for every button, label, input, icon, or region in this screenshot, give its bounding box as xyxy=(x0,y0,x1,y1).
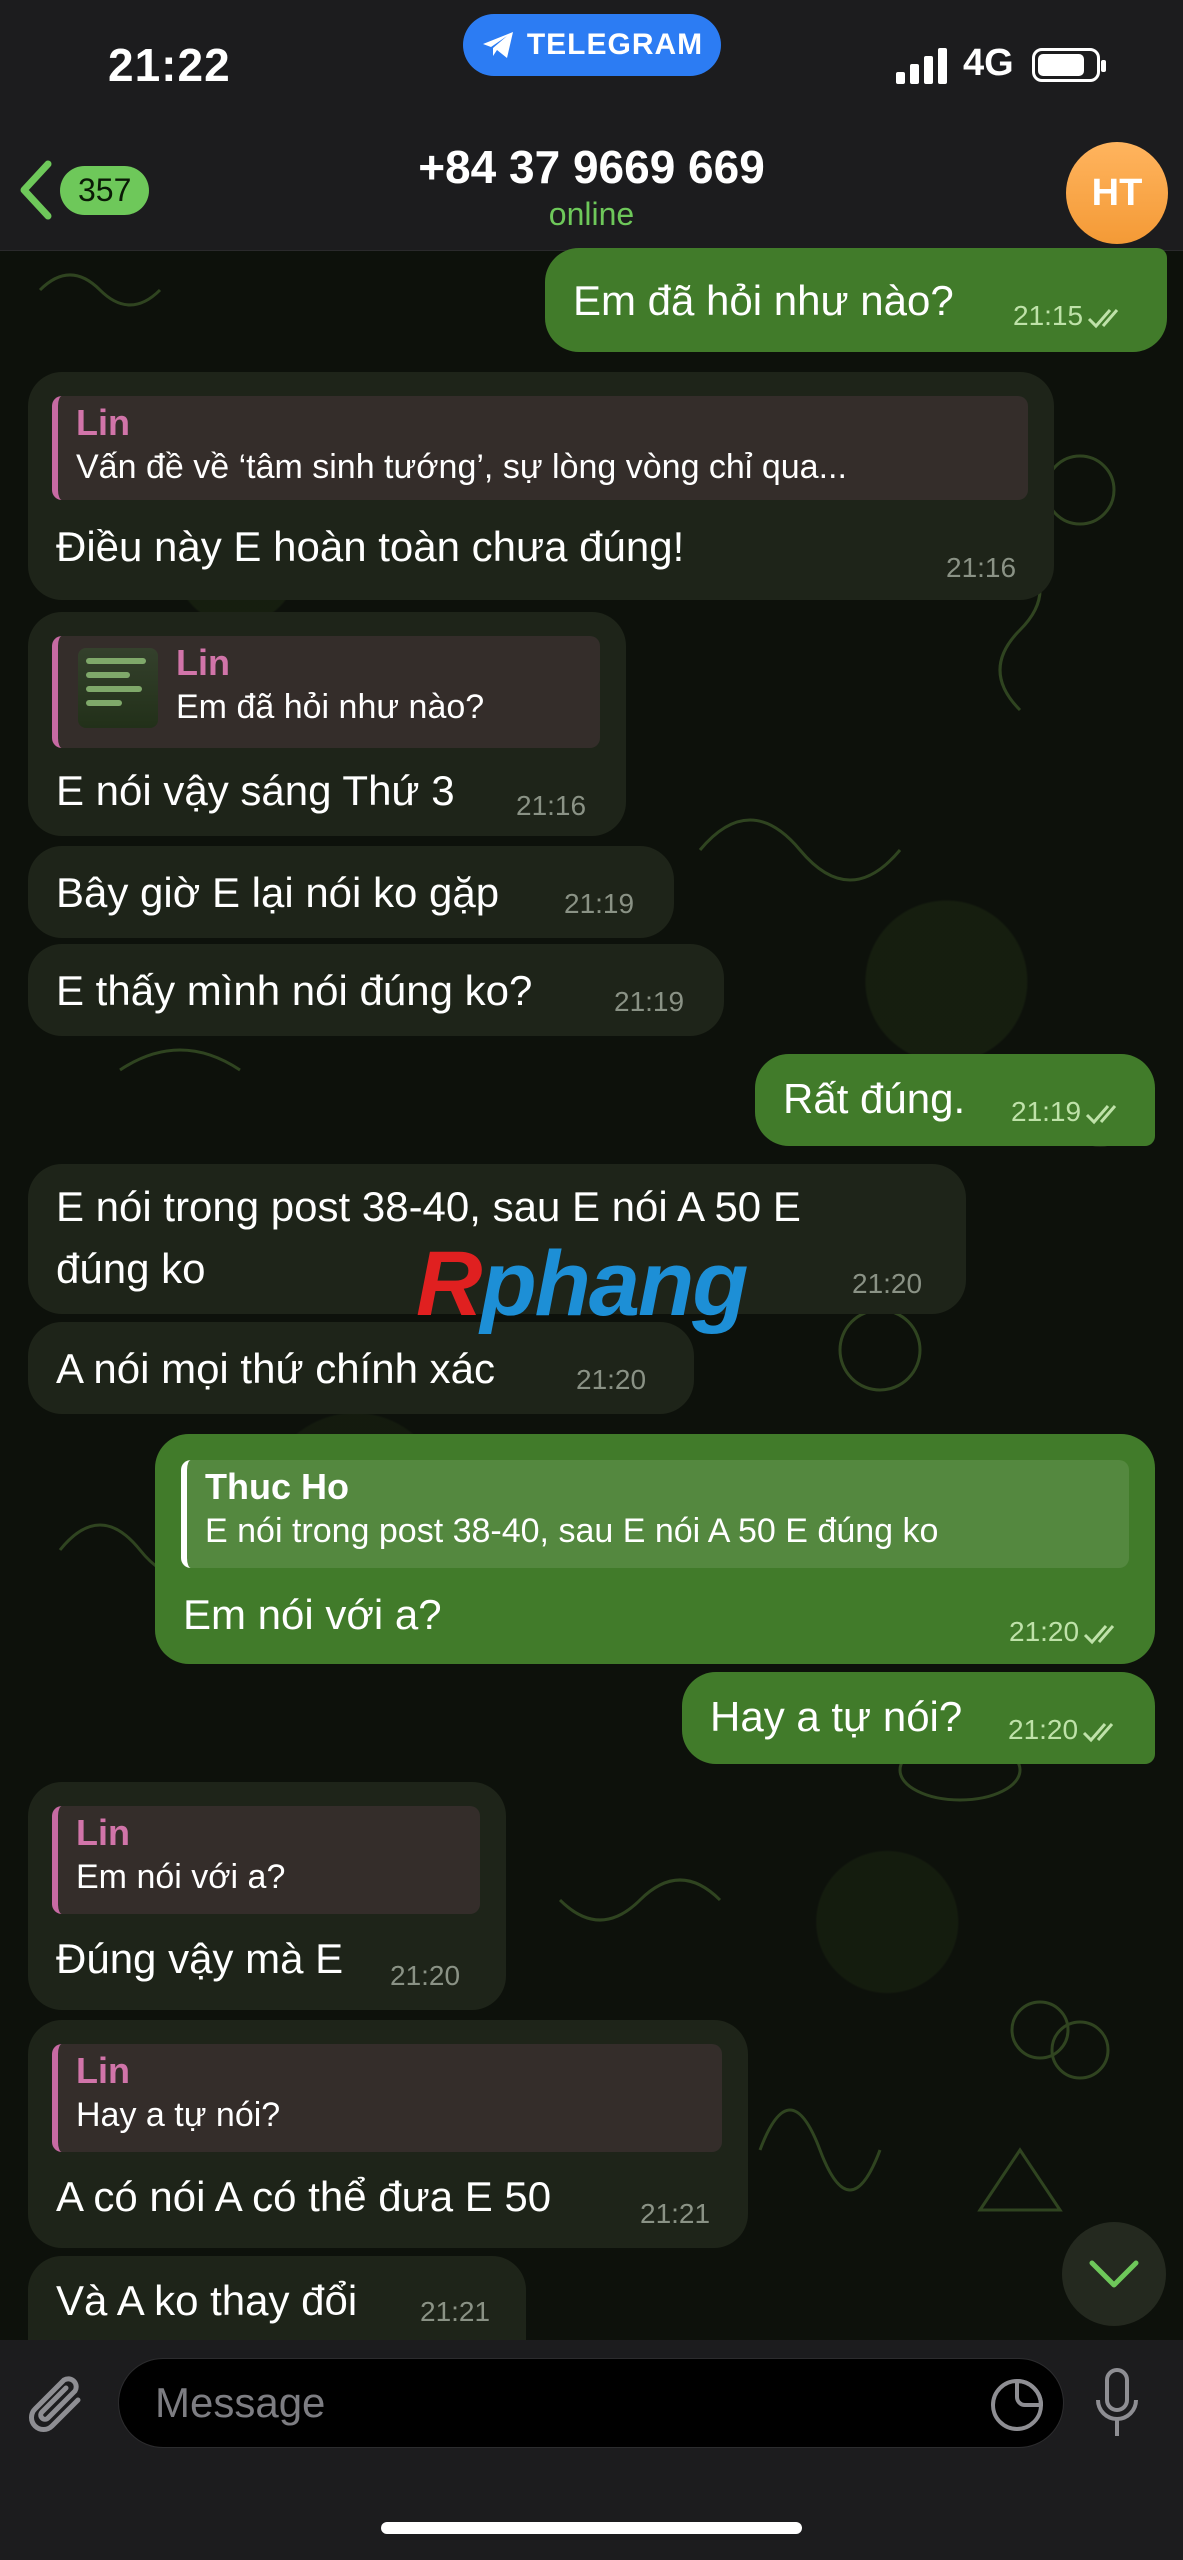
message-text-line2: đúng ko xyxy=(56,1245,206,1292)
message-time: 21:20 xyxy=(576,1364,647,1395)
message-time: 21:20 xyxy=(1008,1714,1122,1746)
scroll-to-bottom-button[interactable] xyxy=(1062,2222,1166,2326)
reply-sender: Lin xyxy=(76,1812,130,1853)
reply-quote[interactable]: Lin Vấn đề về ‘tâm sinh tướng’, sự lòng … xyxy=(52,396,1028,500)
double-check-icon xyxy=(1086,1104,1117,1124)
app-pill-label: TELEGRAM xyxy=(526,28,704,61)
microphone-icon[interactable] xyxy=(1094,2366,1140,2442)
status-bar: 21:22 TELEGRAM 4G xyxy=(0,0,1183,130)
message-text: Và A ko thay đổi xyxy=(56,2277,358,2324)
battery-icon xyxy=(1032,48,1106,82)
reply-sender: Thuc Ho xyxy=(205,1466,349,1507)
message-time: 21:16 xyxy=(946,552,1017,583)
reply-sender: Lin xyxy=(76,2050,130,2091)
message-time: 21:19 xyxy=(614,986,685,1017)
message-bubble[interactable]: Bây giờ E lại nói ko gặp 21:19 xyxy=(28,846,674,938)
message-bubble[interactable]: Lin Em nói với a? Đúng vậy mà E 21:20 xyxy=(28,1782,506,2010)
message-text: Em nói với a? xyxy=(183,1591,442,1638)
message-bubble[interactable]: Lin Vấn đề về ‘tâm sinh tướng’, sự lòng … xyxy=(28,372,1054,600)
chat-status: online xyxy=(548,196,635,232)
reply-text: Vấn đề về ‘tâm sinh tướng’, sự lòng vòng… xyxy=(76,448,847,486)
double-check-icon xyxy=(1083,1722,1114,1742)
reply-quote[interactable]: Lin Em nói với a? xyxy=(52,1806,480,1914)
reply-quote[interactable]: Lin Em đã hỏi như nào? xyxy=(52,636,600,748)
composer-bar: Message xyxy=(0,2340,1183,2560)
signal-icon xyxy=(896,48,947,84)
message-text: A nói mọi thứ chính xác xyxy=(56,1345,496,1392)
reply-text: Em nói với a? xyxy=(76,1858,286,1896)
reply-quote[interactable]: Thuc Ho E nói trong post 38-40, sau E nó… xyxy=(181,1460,1129,1568)
message-time: 21:20 xyxy=(852,1268,923,1299)
paperclip-icon[interactable] xyxy=(28,2370,92,2442)
avatar-initials: HT xyxy=(1091,171,1143,214)
reply-text: E nói trong post 38-40, sau E nói A 50 E… xyxy=(205,1512,939,1550)
message-time: 21:16 xyxy=(516,790,587,821)
telegram-plane-icon xyxy=(482,32,513,58)
message-bubble[interactable]: Em đã hỏi như nào? 21:15 xyxy=(545,248,1167,352)
double-check-icon xyxy=(1088,308,1119,328)
message-bubble[interactable]: Hay a tự nói? 21:20 xyxy=(682,1672,1155,1764)
message-text-line1: E nói trong post 38-40, sau E nói A 50 E xyxy=(56,1183,801,1230)
message-bubble[interactable]: Lin Hay a tự nói? A có nói A có thể đưa … xyxy=(28,2020,748,2248)
telegram-app-pill[interactable]: TELEGRAM xyxy=(463,14,721,76)
message-text: Đúng vậy mà E xyxy=(56,1935,344,1982)
message-text: E thấy mình nói đúng ko? xyxy=(56,967,533,1014)
double-check-icon xyxy=(1084,1624,1115,1644)
message-time: 21:19 xyxy=(1011,1096,1125,1128)
status-time: 21:22 xyxy=(108,39,231,91)
message-time: 21:15 xyxy=(1013,300,1127,332)
message-time: 21:21 xyxy=(420,2296,491,2327)
message-bubble[interactable]: E thấy mình nói đúng ko? 21:19 xyxy=(28,944,724,1036)
network-type: 4G xyxy=(963,42,1014,84)
message-time: 21:20 xyxy=(390,1960,461,1991)
message-input[interactable]: Message xyxy=(118,2358,1064,2448)
message-text: Hay a tự nói? xyxy=(710,1693,963,1740)
reply-sender: Lin xyxy=(76,402,130,443)
reply-sender: Lin xyxy=(176,642,230,683)
message-bubble[interactable]: Và A ko thay đổi 21:21 xyxy=(28,2256,526,2340)
watermark-logo: Rphang xyxy=(416,1233,748,1335)
reply-thumbnail xyxy=(78,648,158,728)
message-text: Điều này E hoàn toàn chưa đúng! xyxy=(56,523,685,570)
message-placeholder: Message xyxy=(155,2379,326,2426)
sticker-icon[interactable] xyxy=(989,2377,1045,2433)
message-text: Rất đúng. xyxy=(783,1075,966,1122)
message-text: Bây giờ E lại nói ko gặp xyxy=(56,869,500,916)
reply-text: Hay a tự nói? xyxy=(76,2096,281,2134)
reply-quote[interactable]: Lin Hay a tự nói? xyxy=(52,2044,722,2152)
message-time: 21:21 xyxy=(640,2198,711,2229)
message-bubble[interactable]: Lin Em đã hỏi như nào? E nói vậy sáng Th… xyxy=(28,612,626,836)
chat-header: 357 +84 37 9669 669 online HT xyxy=(0,130,1183,251)
chat-title[interactable]: +84 37 9669 669 xyxy=(0,140,1183,194)
message-bubble[interactable]: Rất đúng. 21:19 xyxy=(755,1054,1155,1146)
message-time: 21:20 xyxy=(1009,1616,1123,1648)
home-indicator xyxy=(381,2522,802,2534)
scroll-down-chevron-icon xyxy=(1089,2260,1139,2288)
message-time: 21:19 xyxy=(564,888,635,919)
message-text: E nói vậy sáng Thứ 3 xyxy=(56,767,455,814)
message-text: Em đã hỏi như nào? xyxy=(573,277,954,324)
message-text: A có nói A có thể đưa E 50 xyxy=(56,2173,552,2220)
message-bubble[interactable]: Thuc Ho E nói trong post 38-40, sau E nó… xyxy=(155,1434,1155,1664)
avatar[interactable]: HT xyxy=(1066,142,1168,244)
reply-text: Em đã hỏi như nào? xyxy=(176,688,485,726)
